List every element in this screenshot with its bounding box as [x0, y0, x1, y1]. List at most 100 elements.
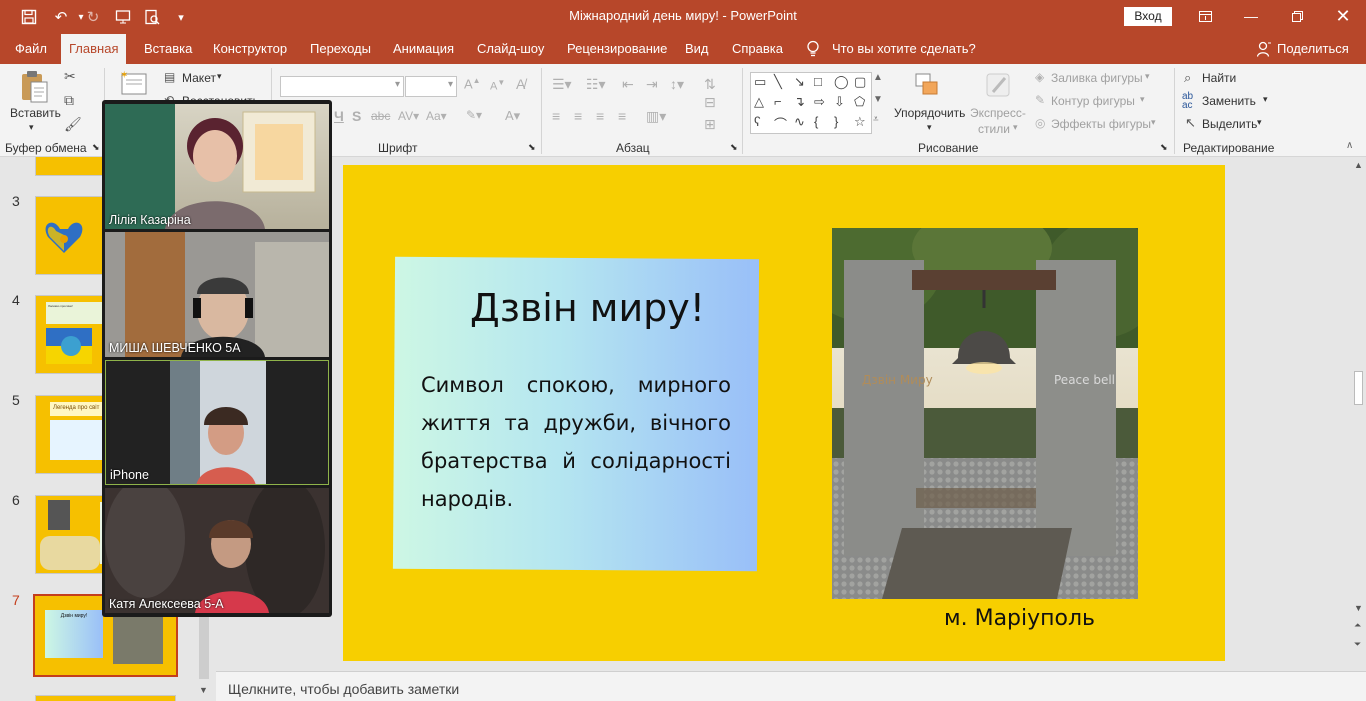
- video-tile[interactable]: МИША ШЕВЧЕНКО 5А: [105, 232, 329, 357]
- justify-icon[interactable]: ≡: [618, 108, 626, 124]
- format-painter-icon[interactable]: 🖌: [64, 116, 82, 133]
- tab-design[interactable]: Конструктор: [209, 34, 291, 64]
- drawing-launcher-icon[interactable]: ⬊: [1160, 142, 1168, 153]
- next-slide-icon[interactable]: ⏷: [1354, 639, 1361, 650]
- quick-styles-dropdown-icon[interactable]: ▾: [1013, 122, 1018, 133]
- scrollbar-thumb[interactable]: [1354, 371, 1363, 405]
- scroll-up-icon[interactable]: ▲: [1354, 160, 1363, 170]
- tab-file[interactable]: Файл: [11, 34, 51, 64]
- copy-icon[interactable]: ⧉: [64, 92, 74, 109]
- right-brace-shape-icon[interactable]: }: [834, 114, 838, 129]
- smartart-icon[interactable]: ⊞: [704, 116, 716, 133]
- select-dropdown-icon[interactable]: ▾: [1257, 117, 1262, 128]
- shape-fill-icon[interactable]: ◈: [1035, 70, 1044, 84]
- share-button[interactable]: Поделиться: [1277, 34, 1349, 64]
- clear-formatting-icon[interactable]: A̸: [516, 76, 525, 92]
- freeform-shape-icon[interactable]: ʕ: [754, 114, 761, 129]
- photo-caption[interactable]: м. Маріуполь: [944, 606, 1095, 631]
- font-launcher-icon[interactable]: ⬊: [528, 142, 536, 153]
- scroll-down-icon[interactable]: ▼: [1354, 603, 1363, 613]
- gallery-down-icon[interactable]: ▼: [873, 94, 883, 105]
- select-button[interactable]: Выделить: [1202, 117, 1257, 131]
- ribbon-display-options-icon[interactable]: [1182, 0, 1228, 32]
- signin-button[interactable]: Вход: [1124, 7, 1172, 26]
- notes-pane[interactable]: Щелкните, чтобы добавить заметки: [216, 671, 1366, 701]
- left-brace-shape-icon[interactable]: {: [814, 114, 818, 129]
- tell-me-search[interactable]: Что вы хотите сделать?: [832, 34, 976, 64]
- oval-shape-icon[interactable]: ◯: [834, 74, 849, 90]
- curve-shape-icon[interactable]: ∿: [794, 114, 805, 130]
- align-center-icon[interactable]: ≡: [574, 108, 582, 124]
- person-icon[interactable]: [1256, 41, 1271, 60]
- shape-fill-button[interactable]: Заливка фигуры: [1051, 71, 1143, 85]
- line-spacing-icon[interactable]: ↕▾: [670, 76, 684, 93]
- font-name-combobox[interactable]: ▾: [280, 76, 404, 97]
- shape-effects-icon[interactable]: ◎: [1035, 116, 1045, 130]
- shape-fill-dropdown-icon[interactable]: ▾: [1145, 71, 1150, 82]
- arrange-dropdown-icon[interactable]: ▾: [927, 122, 932, 133]
- shadow-icon[interactable]: S: [352, 108, 361, 124]
- down-arrow-shape-icon[interactable]: ⇩: [834, 94, 845, 110]
- gallery-more-icon[interactable]: ⩡: [873, 114, 879, 125]
- slide-body-text[interactable]: Символ спокою, мирного життя та дружби, …: [421, 366, 731, 518]
- collapse-ribbon-icon[interactable]: ∧: [1346, 140, 1353, 151]
- strikethrough-icon[interactable]: abc: [371, 109, 390, 123]
- right-arrow-shape-icon[interactable]: ⇨: [814, 94, 825, 110]
- align-left-icon[interactable]: ≡: [552, 108, 560, 124]
- paste-icon[interactable]: [20, 70, 50, 107]
- rounded-rect-shape-icon[interactable]: ▢: [854, 74, 866, 90]
- change-case-icon[interactable]: Aa▾: [426, 109, 447, 123]
- previous-slide-icon[interactable]: ⏶: [1354, 620, 1361, 631]
- gallery-up-icon[interactable]: ▲: [873, 72, 883, 83]
- replace-icon[interactable]: ab ac: [1182, 92, 1193, 111]
- decrease-indent-icon[interactable]: ⇤: [622, 76, 634, 93]
- minimize-icon[interactable]: —: [1228, 0, 1274, 32]
- paragraph-launcher-icon[interactable]: ⬊: [730, 142, 738, 153]
- paste-dropdown-icon[interactable]: ▾: [29, 122, 34, 133]
- video-call-panel[interactable]: Лілія Казаріна МИША ШЕВЧЕНКО 5А iPhone К…: [102, 100, 332, 617]
- replace-button[interactable]: Заменить: [1202, 94, 1256, 108]
- shape-outline-button[interactable]: Контур фигуры: [1051, 94, 1135, 108]
- layout-icon[interactable]: ▤: [164, 70, 175, 84]
- layout-dropdown-icon[interactable]: ▾: [217, 71, 222, 82]
- find-button[interactable]: Найти: [1202, 71, 1236, 85]
- textbox-shape-icon[interactable]: ▭: [754, 74, 766, 90]
- paste-button[interactable]: Вставить: [10, 106, 61, 120]
- align-right-icon[interactable]: ≡: [596, 108, 604, 124]
- quick-styles-button-line2[interactable]: стили: [978, 122, 1010, 136]
- decrease-font-icon[interactable]: A▼: [490, 78, 505, 93]
- arrange-button[interactable]: Упорядочить: [894, 106, 965, 120]
- increase-indent-icon[interactable]: ⇥: [646, 76, 658, 93]
- align-text-icon[interactable]: ⊟: [704, 94, 716, 111]
- star-shape-icon[interactable]: ☆: [854, 114, 866, 130]
- quick-styles-button[interactable]: Экспресс-: [970, 106, 1026, 120]
- tab-slideshow[interactable]: Слайд-шоу: [473, 34, 548, 64]
- triangle-shape-icon[interactable]: △: [754, 94, 764, 110]
- arc-shape-icon[interactable]: ⌒: [774, 114, 787, 133]
- layout-button[interactable]: Макет: [182, 71, 216, 85]
- shape-effects-dropdown-icon[interactable]: ▾: [1151, 117, 1156, 128]
- tab-home[interactable]: Главная: [61, 34, 127, 64]
- close-icon[interactable]: ✕: [1320, 0, 1366, 32]
- bullets-icon[interactable]: ☰▾: [552, 76, 572, 93]
- video-tile-speaking[interactable]: iPhone: [105, 360, 329, 485]
- arrow-shape-icon[interactable]: ↘: [794, 74, 805, 90]
- scroll-down-icon[interactable]: ▼: [199, 685, 208, 695]
- tab-review[interactable]: Рецензирование: [563, 34, 671, 64]
- increase-font-icon[interactable]: A▲: [464, 76, 481, 91]
- font-size-combobox[interactable]: ▾: [405, 76, 457, 97]
- tab-transitions[interactable]: Переходы: [306, 34, 375, 64]
- arrange-icon[interactable]: [913, 72, 943, 103]
- underline-icon[interactable]: Ч: [334, 108, 344, 124]
- tab-animations[interactable]: Анимация: [389, 34, 458, 64]
- editor-scrollbar[interactable]: ▲ ▼ ⏶ ⏷: [1350, 157, 1366, 671]
- slide-thumbnail[interactable]: [35, 695, 176, 701]
- columns-icon[interactable]: ▥▾: [646, 108, 666, 125]
- pentagon-shape-icon[interactable]: ⬠: [854, 94, 865, 110]
- notes-placeholder[interactable]: Щелкните, чтобы добавить заметки: [228, 681, 459, 697]
- slide-title[interactable]: Дзвін миру!: [470, 286, 705, 330]
- font-color-icon[interactable]: A▾: [505, 108, 520, 124]
- tab-view[interactable]: Вид: [681, 34, 713, 64]
- text-direction-icon[interactable]: ⇅: [704, 76, 716, 93]
- char-spacing-icon[interactable]: AV▾: [398, 109, 419, 123]
